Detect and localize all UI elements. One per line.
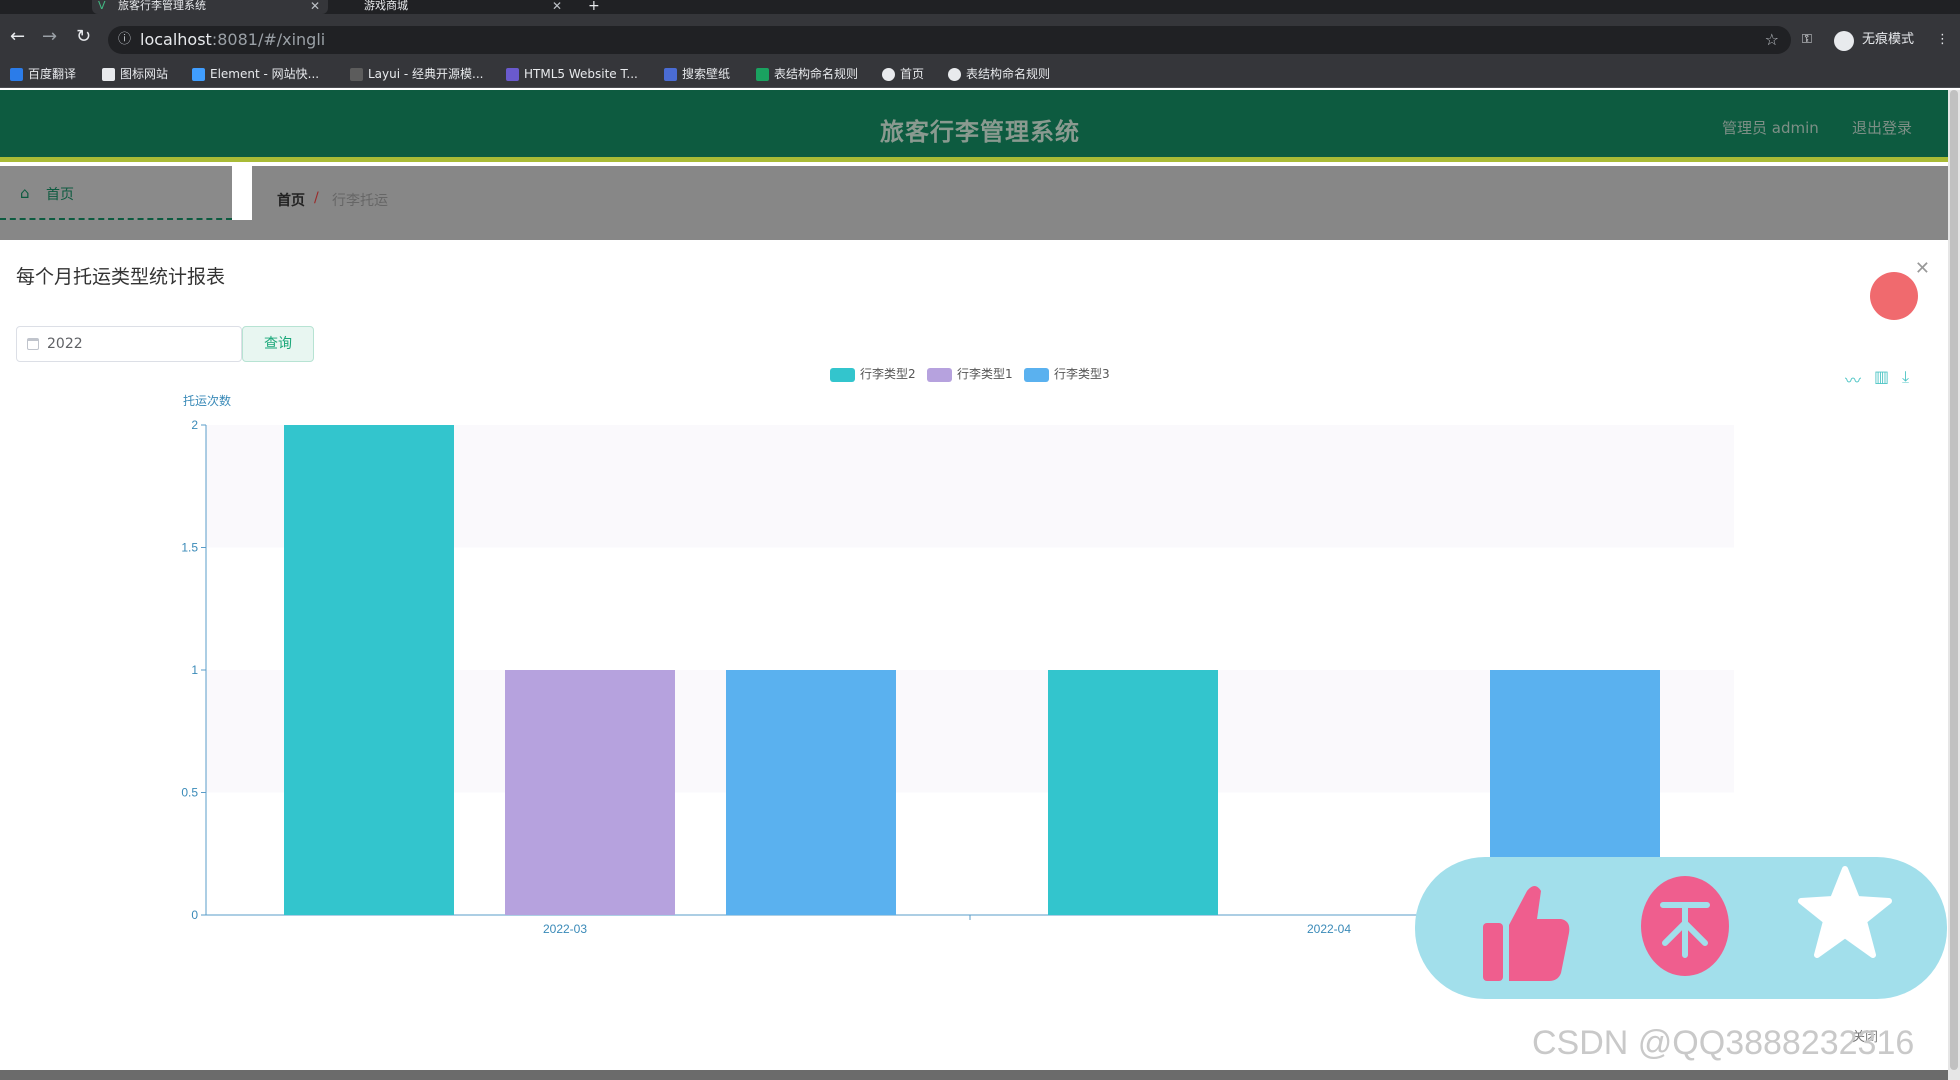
bookmark-label: 首页 [900,67,925,81]
sheet-icon [756,68,769,81]
sidebar-item-label: 首页 [46,187,74,203]
bar-行李类型1 [505,670,675,915]
bar-行李类型3 [726,670,896,915]
watermark: CSDN @QQ3888232316 [1532,1024,1915,1062]
bookmark-label: HTML5 Website T... [524,67,638,81]
bookmark-label: 表结构命名规则 [966,67,1051,81]
bar-行李类型2 [1048,670,1218,915]
element-icon [192,68,205,81]
y-axis-label: 托运次数 [183,393,231,408]
layui-icon [350,68,363,81]
floating-action-panel [1415,857,1947,999]
key-icon[interactable]: ⚿ [1802,26,1812,54]
forward-icon[interactable]: → [42,28,57,46]
wallpaper-icon [664,68,677,81]
bar-行李类型2 [284,425,454,915]
y-tick-label: 0 [191,908,198,922]
scrollbar-thumb[interactable] [1950,90,1958,1070]
close-tab-icon[interactable]: ✕ [552,0,562,12]
star-icon[interactable] [1795,863,1895,963]
url-host: localhost [140,30,212,49]
sidebar-bg [0,220,252,240]
bookmark-star-icon[interactable]: ☆ [1765,26,1779,54]
coin-icon[interactable] [1635,871,1735,976]
page-scrollbar[interactable] [1948,90,1960,1080]
home-icon: ⌂ [20,184,30,202]
bookmark-item[interactable]: 百度翻译 [10,64,76,84]
reload-icon[interactable]: ↻ [76,28,91,46]
profile-label: 无痕模式 [1862,32,1915,47]
breadcrumb-home[interactable]: 首页 [277,190,305,210]
close-tab-icon[interactable]: ✕ [310,0,320,12]
incognito-icon [1834,31,1854,51]
globe-icon [882,68,895,81]
globe-icon [948,68,961,81]
x-tick-label: 2022-04 [1307,922,1351,936]
bookmark-item[interactable]: 首页 [882,64,924,84]
bookmark-label: 搜索壁纸 [682,67,731,81]
browser-tabbar: V 旅客行李管理系统 ✕ 游戏商城 ✕ + [0,0,1960,14]
back-icon[interactable]: ← [10,28,25,46]
breadcrumb-current: 行李托运 [332,193,388,209]
bookmark-item[interactable]: HTML5 Website T... [506,64,638,84]
breadcrumb: 首页 / 行李托运 [252,166,1948,240]
logout-link[interactable]: 退出登录 [1852,117,1912,138]
info-icon[interactable]: ⓘ [118,26,131,54]
thumbs-up-icon[interactable] [1475,877,1575,981]
y-tick-label: 1.5 [181,541,198,555]
new-tab-button[interactable]: + [584,0,608,14]
y-tick-label: 0.5 [181,786,198,800]
bookmark-label: Layui - 经典开源模... [368,67,484,81]
breadcrumb-separator: / [314,190,319,206]
bookmark-item[interactable]: 表结构命名规则 [756,64,858,84]
html5-icon [506,68,519,81]
cursor-highlight [1870,272,1918,320]
bookmark-label: 图标网站 [120,67,169,81]
bookmark-label: 百度翻译 [28,67,77,81]
menu-icon[interactable]: ⋮ [1936,26,1949,54]
page-bottom-strip [0,1070,1948,1080]
browser-tab-label: 游戏商城 [364,0,408,12]
bookmark-item[interactable]: Element - 网站快... [192,64,319,84]
browser-tab-label: 旅客行李管理系统 [118,0,206,12]
y-tick-label: 1 [191,663,198,677]
x-tick-label: 2022-03 [543,922,587,936]
bookmark-label: 表结构命名规则 [774,67,859,81]
bookmark-item[interactable]: 搜索壁纸 [664,64,730,84]
bookmark-item[interactable]: Layui - 经典开源模... [350,64,483,84]
browser-tab[interactable]: 游戏商城 ✕ [338,0,570,14]
vue-icon: V [98,0,106,12]
address-bar[interactable]: ⓘ localhost:8081/#/xingli ☆ [108,26,1791,54]
translate-icon [10,68,23,81]
sidebar-item-home[interactable]: ⌂ 首页 [0,166,232,220]
flag-icon [102,68,115,81]
bookmark-item[interactable]: 图标网站 [102,64,168,84]
user-label: 管理员 admin [1722,119,1819,137]
bookmark-label: Element - 网站快... [210,67,320,81]
bookmarks-bar: 百度翻译 图标网站 Element - 网站快... Layui - 经典开源模… [0,60,1960,88]
browser-tab-active[interactable]: V 旅客行李管理系统 ✕ [92,0,328,14]
url-path: :8081/#/xingli [211,30,326,49]
app-title: 旅客行李管理系统 [880,118,1080,146]
incognito-profile[interactable]: 无痕模式 [1834,26,1914,54]
y-tick-label: 2 [191,418,198,432]
bookmark-item[interactable]: 表结构命名规则 [948,64,1050,84]
